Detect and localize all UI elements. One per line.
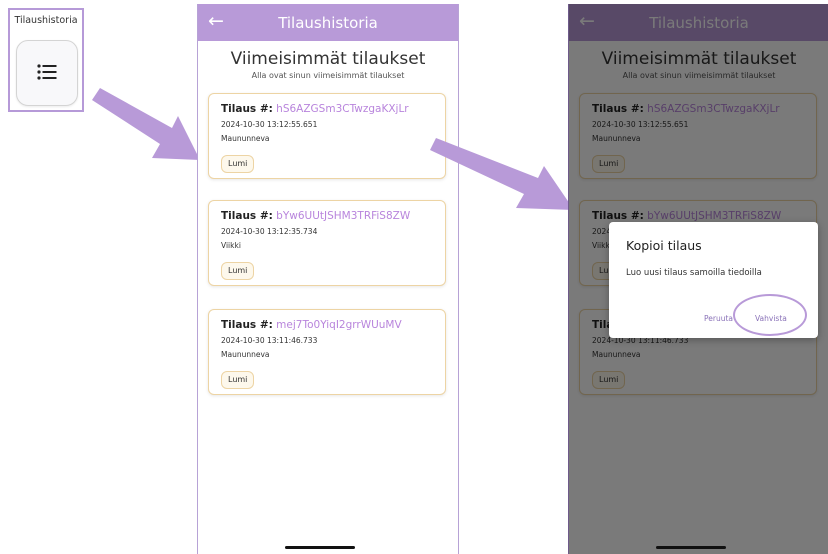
- order-card[interactable]: Tilaus #: mej7To0YiqI2grrWUuMV 2024-10-3…: [208, 309, 446, 395]
- order-date: 2024-10-30 13:12:35.734: [221, 227, 318, 236]
- copy-order-dialog: Kopioi tilaus Luo uusi tilaus samoilla t…: [609, 222, 818, 338]
- order-id: mej7To0YiqI2grrWUuMV: [276, 319, 402, 331]
- phone-screen-order-list: ← Tilaushistoria Viimeisimmät tilaukset …: [197, 4, 459, 554]
- tile-title: Tilaushistoria: [14, 15, 78, 26]
- order-card[interactable]: Tilaus #: hS6AZGSm3CTwzgaKXjLr 2024-10-3…: [208, 93, 446, 179]
- order-tag: Lumi: [221, 262, 255, 280]
- order-location: Maununneva: [221, 350, 270, 359]
- order-date: 2024-10-30 13:12:55.651: [221, 120, 318, 129]
- order-tag: Lumi: [221, 155, 255, 173]
- app-bar-title: Tilaushistoria: [278, 14, 378, 32]
- order-id: bYw6UUtJSHM3TRFiS8ZW: [276, 210, 411, 222]
- order-history-button[interactable]: [16, 40, 78, 106]
- order-card[interactable]: Tilaus #: bYw6UUtJSHM3TRFiS8ZW 2024-10-3…: [208, 200, 446, 286]
- phone-screen-copy-dialog: ← Tilaushistoria Viimeisimmät tilaukset …: [568, 4, 828, 554]
- list-icon: [37, 64, 57, 80]
- order-id: hS6AZGSm3CTwzgaKXjLr: [276, 103, 409, 115]
- arrow-1-icon: [92, 88, 200, 160]
- order-location: Viikki: [221, 241, 241, 250]
- cancel-button[interactable]: Peruuta: [704, 314, 733, 323]
- order-location: Maununneva: [221, 134, 270, 143]
- dialog-title: Kopioi tilaus: [626, 238, 702, 253]
- highlight-ring: [733, 294, 807, 336]
- order-history-tile: Tilaushistoria: [8, 8, 84, 112]
- order-label: Tilaus #:: [221, 319, 273, 331]
- page-subtitle: Alla ovat sinun viimeisimmät tilaukset: [251, 71, 405, 80]
- order-tag: Lumi: [221, 371, 255, 389]
- order-date: 2024-10-30 13:11:46.733: [221, 336, 318, 345]
- home-indicator: [656, 546, 726, 549]
- dialog-message: Luo uusi tilaus samoilla tiedoilla: [626, 268, 762, 278]
- arrow-2-icon: [430, 138, 574, 210]
- app-bar: ← Tilaushistoria: [198, 4, 458, 41]
- home-indicator: [285, 546, 355, 549]
- order-label: Tilaus #:: [221, 210, 273, 222]
- page-title: Viimeisimmät tilaukset: [230, 49, 426, 69]
- order-label: Tilaus #:: [221, 103, 273, 115]
